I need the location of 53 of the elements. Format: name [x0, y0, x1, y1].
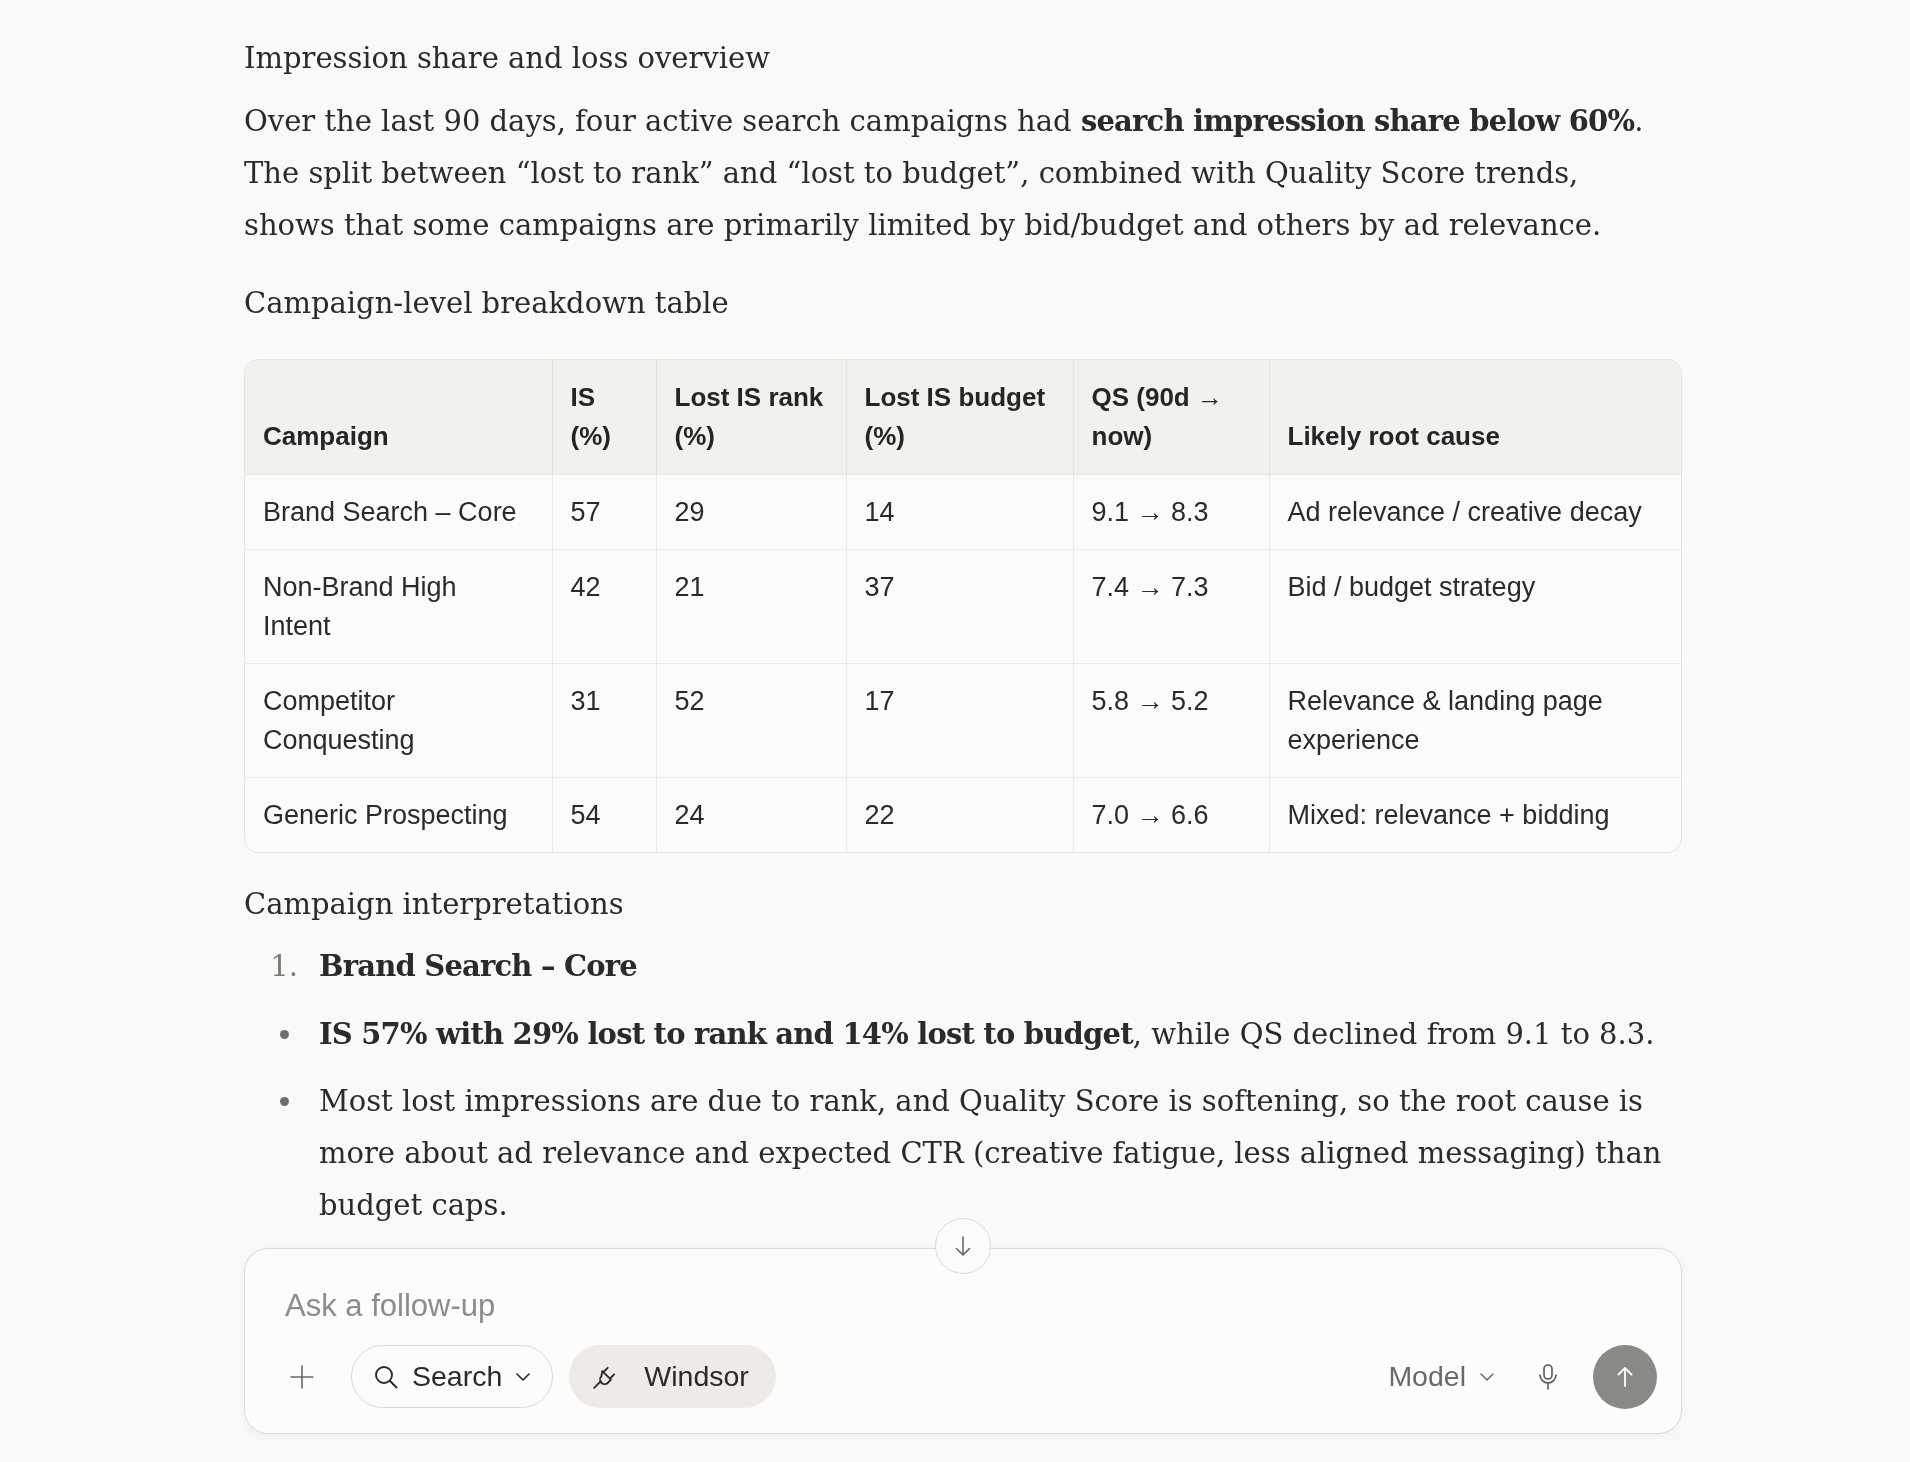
caret-icon [516, 1372, 531, 1381]
table-cell: Brand Search – Core [245, 474, 552, 550]
table-cell: 24 [656, 777, 846, 852]
microphone-button[interactable] [1539, 1363, 1557, 1390]
table-cell: 54 [552, 777, 656, 852]
bullet-text: Most lost impressions are due to rank, and Quality Score is softening, so the root cause is more about ad relevance and expected CTR (creative fatigue, less aligned messaging) than budget caps. [319, 1083, 1663, 1224]
column-header: IS (%) [552, 360, 656, 475]
model-selector[interactable]: Model [1388, 1360, 1494, 1393]
section-heading: Campaign-level breakdown table [244, 285, 730, 322]
table-cell: Bid / budget strategy [1269, 549, 1681, 664]
list-number: 1. [270, 948, 298, 985]
column-header: Lost IS budget (%) [846, 360, 1073, 475]
scroll-down-button[interactable] [935, 1218, 991, 1274]
connector-button[interactable]: Windsor [569, 1345, 776, 1408]
arrow-down-icon [955, 1236, 971, 1256]
table-cell: 5.8 → 5.2 [1073, 663, 1269, 778]
table-cell: 21 [656, 549, 846, 664]
table-cell: 57 [552, 474, 656, 550]
microphone-icon [1539, 1363, 1557, 1390]
table-cell: Generic Prospecting [245, 777, 552, 852]
table-cell: 52 [656, 663, 846, 778]
table-cell: 7.4 → 7.3 [1073, 549, 1269, 664]
list-item-title: Brand Search – Core [319, 948, 637, 985]
bullet-text: IS 57% with 29% lost to rank and 14% lost to budget, while QS declined from 9.1 to 8.3. [319, 1016, 1656, 1053]
table-cell: 37 [846, 549, 1073, 664]
arrow-up-icon [1617, 1366, 1633, 1387]
bullet-icon [280, 1097, 289, 1106]
table-cell: Ad relevance / creative decay [1269, 474, 1681, 550]
table-cell: Relevance & landing page experience [1269, 663, 1681, 778]
column-header: Campaign [245, 360, 552, 475]
table-cell: 7.0 → 6.6 [1073, 777, 1269, 852]
column-header: Lost IS rank (%) [656, 360, 846, 475]
table-cell: 9.1 → 8.3 [1073, 474, 1269, 550]
message-input[interactable]: Ask a follow-up [285, 1287, 1657, 1325]
table-cell: 29 [656, 474, 846, 550]
search-icon [374, 1364, 398, 1389]
table-cell: 42 [552, 549, 656, 664]
paragraph: Over the last 90 days, four active search campaigns had search impression share below 60%. The split between “lost to rank” and “lost to budget”, combined with Quality Score trends, shows that some campaigns are primarily limited by bid/budget and others by ad relevance. [244, 103, 1645, 244]
section-heading: Impression share and loss overview [244, 40, 771, 77]
column-header: Likely root cause [1269, 360, 1681, 475]
table-cell: 14 [846, 474, 1073, 550]
table-cell: Non-Brand High Intent [245, 549, 552, 664]
add-button[interactable] [290, 1364, 314, 1389]
table-cell: Competitor Conquesting [245, 663, 552, 778]
table-cell: Mixed: relevance + bidding [1269, 777, 1681, 852]
table-cell: 17 [846, 663, 1073, 778]
table-cell: 22 [846, 777, 1073, 852]
bullet-icon [280, 1030, 289, 1039]
caret-icon [1480, 1372, 1494, 1381]
table-cell: 31 [552, 663, 656, 778]
plus-icon [290, 1364, 314, 1389]
section-heading: Campaign interpretations [244, 886, 625, 923]
column-header: QS (90d → now) [1073, 360, 1269, 475]
